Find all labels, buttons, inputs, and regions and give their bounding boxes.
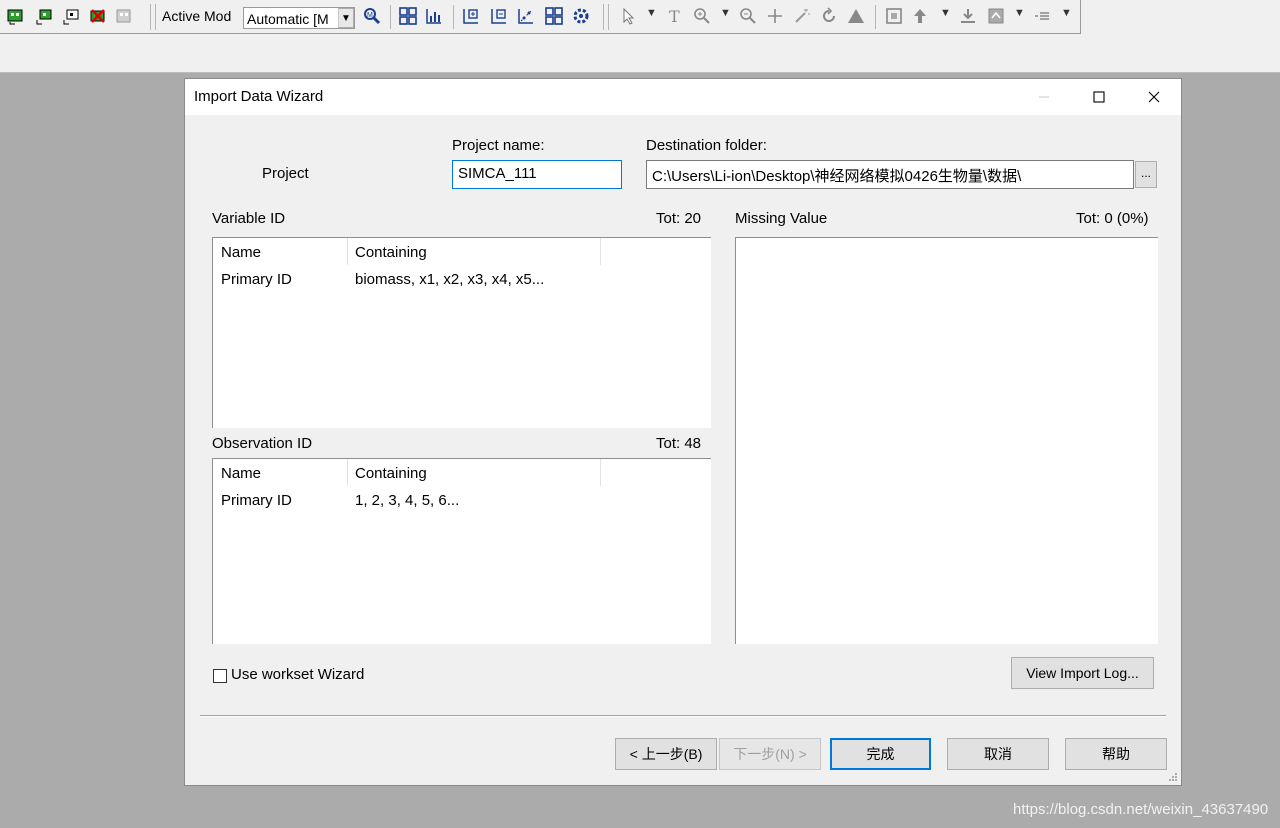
maximize-button[interactable] (1076, 79, 1122, 115)
use-workset-wizard-label[interactable]: Use workset Wizard (231, 666, 364, 683)
chevron-down-icon[interactable]: ▼ (940, 7, 951, 19)
chevron-down-icon[interactable]: ▼ (338, 8, 354, 28)
column-header-label: Name (221, 244, 262, 261)
destination-folder-label: Destination folder: (646, 137, 767, 154)
browse-button[interactable]: ... (1135, 161, 1157, 188)
plot-frame-icon[interactable] (884, 6, 904, 26)
scatter-plot-icon[interactable] (424, 6, 444, 26)
column-header-containing[interactable]: Containing (348, 459, 601, 486)
select-cursor-icon[interactable] (619, 6, 639, 26)
highlight-icon[interactable] (910, 6, 930, 26)
variable-id-title: Variable ID (212, 210, 286, 227)
zoom-plot-icon[interactable]: M (362, 6, 382, 26)
next-button[interactable]: 下一步(N) > (719, 738, 821, 770)
plot-red-x-icon[interactable] (88, 6, 108, 26)
crosshair-icon[interactable] (765, 6, 785, 26)
observation-id-table[interactable]: Name Containing Primary ID 1, 2, 3, 4, 5… (212, 458, 711, 644)
toolbar-grip[interactable] (603, 4, 609, 30)
project-label: Project (262, 165, 309, 182)
project-name-input[interactable]: SIMCA_111 (452, 160, 622, 189)
grid-plot-icon[interactable] (398, 6, 418, 26)
toolbar-grip[interactable] (150, 4, 156, 30)
missing-value-total: Tot: 0 (0%) (1076, 210, 1149, 227)
toolbar-separator (875, 5, 876, 29)
chevron-down-icon[interactable]: ▼ (720, 7, 731, 19)
svg-text:T: T (669, 7, 680, 26)
column-header-label: Containing (355, 465, 427, 482)
plot-marker-icon[interactable] (986, 6, 1006, 26)
plot-gray-icon[interactable] (114, 6, 134, 26)
back-button[interactable]: < 上一步(B) (615, 738, 717, 770)
maximize-icon (1093, 91, 1105, 103)
list-icon[interactable] (1032, 6, 1052, 26)
rotate-icon[interactable] (819, 6, 839, 26)
use-workset-wizard-checkbox[interactable] (213, 669, 227, 683)
project-name-label: Project name: (452, 137, 545, 154)
plot-green-small-icon[interactable] (34, 6, 54, 26)
column-header-label: Name (221, 465, 262, 482)
text-icon[interactable]: T (665, 6, 685, 26)
svg-text:M: M (367, 12, 373, 19)
help-button[interactable]: 帮助 (1065, 738, 1167, 770)
model-combo[interactable]: Automatic [M ▼ (243, 7, 355, 29)
main-toolbar: Active Mod Automatic [M ▼ M ▼ T ▼ ▼ ▼ ▼ (0, 0, 1280, 35)
column-header-containing[interactable]: Containing (348, 238, 601, 265)
import-data-wizard-dialog: Import Data Wizard Project Project name:… (184, 78, 1182, 786)
resize-grip-icon[interactable] (1168, 772, 1178, 782)
scatter-diagonal-icon[interactable] (516, 6, 536, 26)
active-mode-label: Active Mod (162, 8, 232, 24)
toolbar-separator (390, 5, 391, 29)
destination-folder-input[interactable]: C:\Users\Li-ion\Desktop\神经网络模拟0426生物量\数据… (646, 160, 1134, 189)
row-name: Primary ID (221, 492, 292, 509)
close-button[interactable] (1131, 79, 1177, 115)
column-header-name[interactable]: Name (213, 459, 348, 486)
chevron-down-icon[interactable]: ▼ (1061, 7, 1072, 19)
plot-outline-icon[interactable] (61, 6, 81, 26)
view-import-log-button[interactable]: View Import Log... (1011, 657, 1154, 689)
table-header: Name Containing (213, 238, 711, 265)
grid-remove-icon[interactable] (489, 6, 509, 26)
observation-id-total: Tot: 48 (656, 435, 702, 452)
toolbar-strip: Active Mod Automatic [M ▼ M ▼ T ▼ ▼ ▼ ▼ (0, 0, 1081, 34)
zoom-out-icon[interactable] (738, 6, 758, 26)
variable-id-table[interactable]: Name Containing Primary ID biomass, x1, … (212, 237, 711, 428)
chevron-down-icon[interactable]: ▼ (1014, 7, 1025, 19)
magic-wand-icon[interactable] (792, 6, 812, 26)
grid-refresh-icon[interactable] (544, 6, 564, 26)
minimize-icon (1039, 96, 1049, 98)
variable-id-total: Tot: 20 (656, 210, 702, 227)
grid-add-icon[interactable] (461, 6, 481, 26)
missing-value-list[interactable] (735, 237, 1158, 644)
grid-gear-icon[interactable] (571, 6, 591, 26)
chevron-down-icon[interactable]: ▼ (646, 7, 657, 19)
row-name: Primary ID (221, 271, 292, 288)
finish-button[interactable]: 完成 (830, 738, 931, 770)
plot-green-icon[interactable] (6, 6, 26, 26)
download-icon[interactable] (958, 6, 978, 26)
dialog-titlebar[interactable]: Import Data Wizard (185, 79, 1181, 115)
triangle-icon[interactable] (846, 6, 866, 26)
divider (200, 715, 1166, 717)
missing-value-title: Missing Value (735, 210, 828, 227)
model-combo-value: Automatic [M (247, 11, 329, 27)
table-header: Name Containing (213, 459, 711, 486)
minimize-button[interactable] (1021, 79, 1067, 115)
toolbar-separator (453, 5, 454, 29)
cancel-button[interactable]: 取消 (947, 738, 1049, 770)
row-containing: 1, 2, 3, 4, 5, 6... (355, 492, 460, 509)
secondary-toolbar (0, 34, 1280, 73)
row-containing: biomass, x1, x2, x3, x4, x5... (355, 271, 545, 288)
dialog-title: Import Data Wizard (194, 88, 324, 105)
zoom-in-icon[interactable] (692, 6, 712, 26)
column-header-name[interactable]: Name (213, 238, 348, 265)
observation-id-title: Observation ID (212, 435, 313, 452)
watermark: https://blog.csdn.net/weixin_43637490 (1013, 801, 1269, 818)
close-icon (1148, 91, 1160, 103)
column-header-label: Containing (355, 244, 427, 261)
